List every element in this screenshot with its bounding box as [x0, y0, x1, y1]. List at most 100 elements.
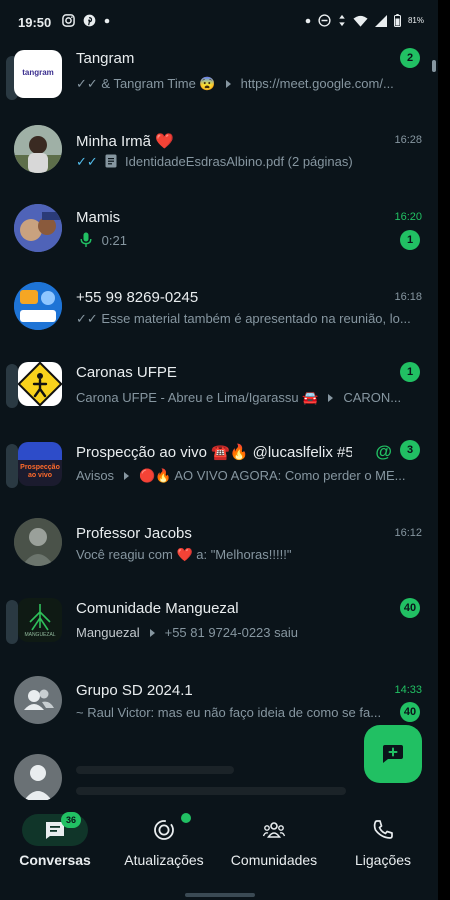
chat-time: 16:18 — [394, 291, 422, 303]
chat-name: Professor Jacobs — [76, 525, 192, 542]
chats-unread-badge: 36 — [61, 812, 81, 828]
chat-preview-line: ✓✓ & Tangram Time 😨 https://meet.google.c… — [76, 76, 412, 92]
chat-preview-line: Carona UFPE - Abreu e Lima/Igarassu 🚘 CAR… — [76, 390, 412, 406]
chat-time: 14:33 — [394, 684, 422, 696]
gesture-bar[interactable] — [185, 893, 255, 897]
chat-time: 16:28 — [394, 134, 422, 146]
avatar — [14, 204, 62, 252]
message-preview: 🔴🔥 AO VIVO AGORA: Como perder o ME... — [139, 468, 406, 483]
mention-icon: @ — [375, 442, 392, 461]
person-placeholder-icon — [23, 765, 53, 802]
arrow-icon — [149, 629, 155, 638]
tab-calls[interactable]: Ligações — [328, 800, 438, 890]
updates-icon — [154, 820, 174, 840]
status-time: 19:50 — [18, 15, 52, 30]
avatar — [14, 125, 62, 173]
chat-row[interactable]: tangram Tangram 2 ✓✓ & Tangram Time 😨 htt… — [0, 40, 438, 118]
avatar-logo-text: MANGUEZAL — [24, 632, 56, 638]
chat-preview-line: Você reagiu com ❤️ a: "Melhoras!!!!!" — [76, 547, 412, 563]
message-preview: Você reagiu com ❤️ a: "Melhoras!!!!!" — [76, 547, 292, 562]
chat-row[interactable]: MANGUEZAL Comunidade Manguezal 40 Mangue… — [0, 586, 438, 664]
photo-avatar-image — [14, 204, 62, 252]
tab-updates-label: Atualizações — [124, 852, 204, 868]
message-preview: IdentidadeEsdrasAlbino.pdf (2 páginas) — [125, 154, 353, 169]
message-preview: ~ Raul Victor: mas eu não faço ideia de … — [76, 705, 382, 720]
chat-row[interactable]: Mamis 16:20 1 0:21 — [0, 196, 438, 274]
message-preview: CARON... — [343, 390, 402, 405]
unread-badge: 40 — [400, 702, 420, 722]
dot-icon — [104, 18, 110, 23]
chat-name: +55 99 8269-0245 — [76, 289, 199, 306]
chat-row[interactable]: +55 99 8269-0245 16:18 ✓✓ Esse material … — [0, 274, 438, 352]
chat-preview-line: ✓✓ IdentidadeEsdrasAlbino.pdf (2 páginas… — [76, 154, 412, 170]
photo-avatar-image — [14, 518, 62, 566]
subgroup-name: ✓✓ & Tangram Time 😨 — [76, 76, 216, 91]
unread-badge: 1 — [400, 362, 420, 382]
status-system-icons: 81% — [305, 14, 424, 27]
subgroup-name: Manguezal — [76, 625, 140, 640]
voice-duration: 0:21 — [101, 233, 127, 248]
unread-badge: 40 — [400, 598, 420, 618]
arrow-icon — [124, 472, 130, 481]
message-preview: https://meet.google.com/... — [240, 76, 394, 91]
chat-row[interactable]: Caronas UFPE 1 Carona UFPE - Abreu e Lim… — [0, 352, 438, 430]
message-preview: Esse material também é apresentado na re… — [101, 311, 411, 326]
tab-updates[interactable]: Atualizações — [109, 800, 219, 890]
communities-icon — [262, 822, 286, 838]
chat-name: Mamis — [76, 209, 121, 226]
signal-icon — [374, 14, 387, 27]
updates-dot — [181, 813, 191, 823]
chat-preview-line: Manguezal +55 81 9724-0223 saiu — [76, 625, 412, 640]
wifi-icon — [353, 15, 368, 27]
pedestrian-sign-icon — [18, 362, 62, 406]
chat-name: Comunidade Manguezal — [76, 600, 239, 617]
chat-time: 16:20 — [394, 211, 422, 223]
chat-row[interactable]: Prospecção ao vivo Prospecção ao vivo ☎️… — [0, 430, 438, 508]
tangram-logo-text: tangram — [22, 68, 54, 77]
do-not-disturb-icon — [318, 14, 331, 27]
avatar-banner — [18, 442, 62, 460]
chat-name: Grupo SD 2024.1 — [76, 682, 193, 699]
chat-preview-line: ~ Raul Victor: mas eu não faço ideia de … — [76, 705, 398, 720]
loading-placeholder — [76, 787, 346, 795]
avatar — [14, 676, 62, 724]
chat-preview-line: 0:21 — [76, 232, 412, 248]
loading-avatar — [14, 754, 62, 802]
tab-communities[interactable]: Comunidades — [219, 800, 329, 890]
chat-preview-line: Avisos 🔴🔥 AO VIVO AGORA: Como perder o ME… — [76, 468, 412, 484]
avatar: MANGUEZAL — [18, 598, 62, 642]
tab-chats[interactable]: 36 Conversas — [0, 800, 110, 890]
unread-badge: 2 — [400, 48, 420, 68]
photo-avatar-image — [14, 282, 62, 330]
avatar-logo-text: Prospecção ao vivo — [20, 464, 60, 479]
tab-communities-label: Comunidades — [230, 852, 318, 868]
arrow-icon — [225, 80, 231, 89]
battery-percent: 81% — [407, 16, 424, 25]
tab-calls-label: Ligações — [354, 852, 412, 868]
microphone-icon — [80, 232, 92, 247]
bottom-navigation: 36 Conversas Atualizações Comunidades Li… — [0, 800, 438, 900]
community-stack-decoration — [6, 364, 18, 408]
status-notification-icons — [62, 14, 110, 27]
community-stack-decoration — [6, 444, 18, 488]
instagram-icon — [62, 14, 75, 27]
subgroup-name: Avisos — [76, 468, 115, 483]
subgroup-name: Carona UFPE - Abreu e Lima/Igarassu 🚘 — [76, 390, 319, 405]
avatar — [14, 282, 62, 330]
read-ticks-icon: ✓✓ — [76, 154, 98, 169]
loading-placeholder — [76, 766, 234, 774]
chat-name: Prospecção ao vivo ☎️🔥 @lucaslfelix #5 — [76, 444, 352, 461]
avatar: Prospecção ao vivo — [18, 442, 62, 486]
chat-row[interactable]: Professor Jacobs 16:12 Você reagiu com ❤… — [0, 508, 438, 586]
chat-name: Caronas UFPE — [76, 364, 177, 381]
document-icon — [105, 154, 117, 168]
photo-avatar-image — [14, 125, 62, 173]
chat-row[interactable]: Minha Irmã ❤️ 16:28 ✓✓ IdentidadeEsdrasA… — [0, 118, 438, 196]
new-chat-button[interactable] — [364, 725, 422, 783]
new-chat-icon — [383, 745, 403, 763]
pinterest-icon — [83, 14, 96, 27]
message-preview: +55 81 9724-0223 saiu — [164, 625, 298, 640]
avatar — [14, 518, 62, 566]
device-edge — [438, 0, 450, 900]
chat-time: 16:12 — [394, 527, 422, 539]
